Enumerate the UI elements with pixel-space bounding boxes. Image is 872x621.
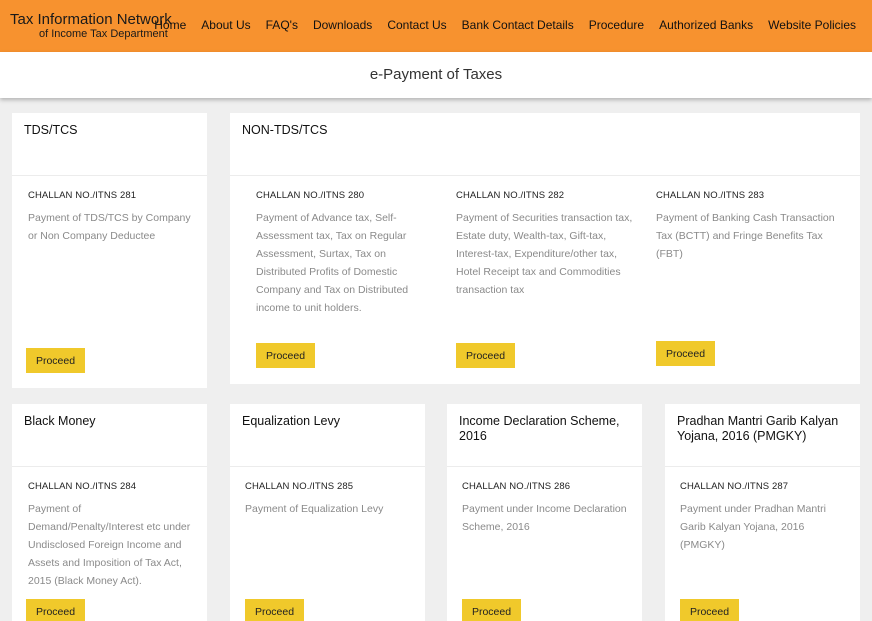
nav-contact-us[interactable]: Contact Us bbox=[387, 18, 446, 32]
card-header: NON-TDS/TCS bbox=[230, 113, 860, 176]
main-nav: Home About Us FAQ's Downloads Contact Us… bbox=[139, 18, 856, 32]
challan-286: CHALLAN NO./ITNS 286 Payment under Incom… bbox=[462, 481, 634, 536]
nav-downloads[interactable]: Downloads bbox=[313, 18, 372, 32]
card-tds-tcs: TDS/TCS CHALLAN NO./ITNS 281 Payment of … bbox=[12, 113, 207, 388]
challan-285: CHALLAN NO./ITNS 285 Payment of Equaliza… bbox=[245, 481, 415, 518]
card-header: TDS/TCS bbox=[12, 113, 207, 176]
challan-description: Payment under Pradhan Mantri Garib Kalya… bbox=[680, 503, 826, 551]
challan-number: CHALLAN NO./ITNS 286 bbox=[462, 481, 571, 492]
proceed-button-283[interactable]: Proceed bbox=[656, 341, 715, 366]
challan-283: CHALLAN NO./ITNS 283 Payment of Banking … bbox=[656, 190, 836, 263]
card-title: TDS/TCS bbox=[24, 123, 78, 137]
nav-procedure[interactable]: Procedure bbox=[589, 18, 644, 32]
card-black-money: Black Money CHALLAN NO./ITNS 284 Payment… bbox=[12, 404, 207, 621]
challan-number: CHALLAN NO./ITNS 287 bbox=[680, 481, 789, 492]
challan-number: CHALLAN NO./ITNS 285 bbox=[245, 481, 354, 492]
challan-284: CHALLAN NO./ITNS 284 Payment of Demand/P… bbox=[28, 481, 198, 590]
card-header: Pradhan Mantri Garib Kalyan Yojana, 2016… bbox=[665, 404, 860, 467]
challan-number: CHALLAN NO./ITNS 284 bbox=[28, 481, 137, 492]
challan-282: CHALLAN NO./ITNS 282 Payment of Securiti… bbox=[456, 190, 636, 299]
challan-description: Payment of Demand/Penalty/Interest etc u… bbox=[28, 503, 191, 587]
card-title: NON-TDS/TCS bbox=[242, 123, 328, 137]
proceed-button-280[interactable]: Proceed bbox=[256, 343, 315, 368]
proceed-button-287[interactable]: Proceed bbox=[680, 599, 739, 621]
page-title: e-Payment of Taxes bbox=[369, 66, 503, 83]
nav-about-us[interactable]: About Us bbox=[201, 18, 250, 32]
challan-description: Payment of Securities transaction tax, E… bbox=[456, 212, 633, 296]
challan-description: Payment of TDS/TCS by Company or Non Com… bbox=[28, 212, 191, 242]
card-header: Equalization Levy bbox=[230, 404, 425, 467]
challan-number: CHALLAN NO./ITNS 281 bbox=[28, 190, 137, 201]
proceed-button-282[interactable]: Proceed bbox=[456, 343, 515, 368]
proceed-button-281[interactable]: Proceed bbox=[26, 348, 85, 373]
card-non-tds-tcs: NON-TDS/TCS CHALLAN NO./ITNS 280 Payment… bbox=[230, 113, 860, 384]
challan-description: Payment under Income Declaration Scheme,… bbox=[462, 503, 627, 533]
nav-authorized-banks[interactable]: Authorized Banks bbox=[659, 18, 753, 32]
proceed-button-284[interactable]: Proceed bbox=[26, 599, 85, 621]
challan-description: Payment of Banking Cash Transaction Tax … bbox=[656, 212, 835, 260]
challan-number: CHALLAN NO./ITNS 283 bbox=[656, 190, 765, 201]
card-pmgky: Pradhan Mantri Garib Kalyan Yojana, 2016… bbox=[665, 404, 860, 621]
card-header: Black Money bbox=[12, 404, 207, 467]
card-income-declaration-scheme: Income Declaration Scheme, 2016 CHALLAN … bbox=[447, 404, 642, 621]
card-title: Equalization Levy bbox=[242, 414, 340, 428]
challan-280: CHALLAN NO./ITNS 280 Payment of Advance … bbox=[256, 190, 424, 317]
nav-home[interactable]: Home bbox=[154, 18, 186, 32]
card-title: Income Declaration Scheme, 2016 bbox=[459, 414, 620, 443]
challan-number: CHALLAN NO./ITNS 282 bbox=[456, 190, 565, 201]
card-title: Pradhan Mantri Garib Kalyan Yojana, 2016… bbox=[677, 414, 839, 443]
proceed-button-285[interactable]: Proceed bbox=[245, 599, 304, 621]
card-equalization-levy: Equalization Levy CHALLAN NO./ITNS 285 P… bbox=[230, 404, 425, 621]
nav-bank-contact-details[interactable]: Bank Contact Details bbox=[462, 18, 574, 32]
card-title: Black Money bbox=[24, 414, 96, 428]
challan-number: CHALLAN NO./ITNS 280 bbox=[256, 190, 365, 201]
nav-website-policies[interactable]: Website Policies bbox=[768, 18, 856, 32]
card-header: Income Declaration Scheme, 2016 bbox=[447, 404, 642, 467]
nav-faqs[interactable]: FAQ's bbox=[266, 18, 298, 32]
proceed-button-286[interactable]: Proceed bbox=[462, 599, 521, 621]
challan-description: Payment of Advance tax, Self-Assessment … bbox=[256, 212, 409, 314]
top-navigation-bar: Tax Information Network of Income Tax De… bbox=[0, 0, 872, 52]
challan-281: CHALLAN NO./ITNS 281 Payment of TDS/TCS … bbox=[28, 190, 198, 245]
challan-description: Payment of Equalization Levy bbox=[245, 503, 384, 515]
page-title-bar: e-Payment of Taxes bbox=[0, 52, 872, 98]
challan-287: CHALLAN NO./ITNS 287 Payment under Pradh… bbox=[680, 481, 850, 554]
